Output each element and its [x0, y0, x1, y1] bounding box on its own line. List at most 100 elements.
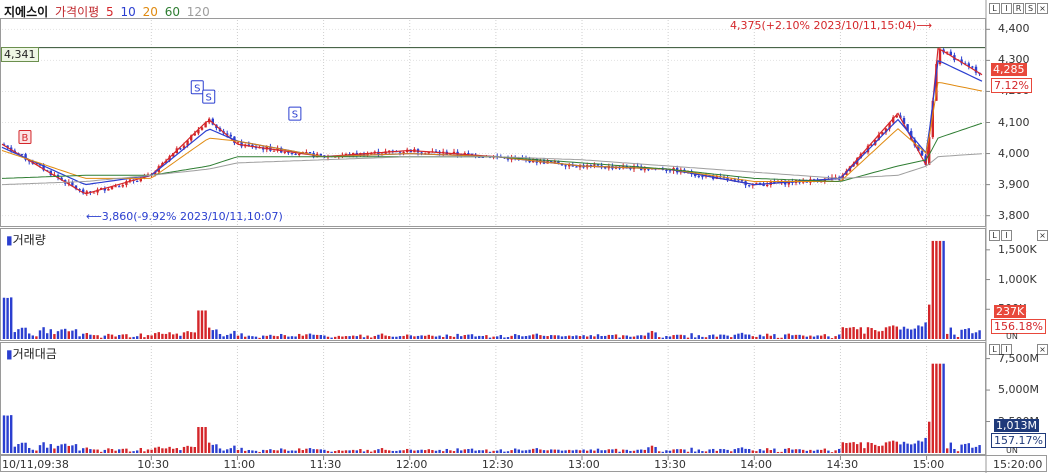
amount-bar	[820, 449, 823, 453]
amount-marker-icon: ▮	[6, 347, 13, 361]
amount-bar	[704, 451, 708, 453]
amount-bar	[244, 450, 247, 453]
volume-bar	[330, 337, 333, 339]
volume-bar	[89, 334, 92, 339]
volume-bar	[218, 333, 222, 339]
amount-bar	[838, 448, 841, 453]
amount-bar	[24, 442, 27, 453]
amount-bar	[463, 449, 466, 453]
volume-bar	[661, 337, 664, 339]
amount-bar	[910, 444, 913, 453]
amount-bar	[370, 451, 373, 453]
volume-bar	[737, 333, 740, 339]
amount-bar	[366, 449, 369, 453]
amount-bar	[125, 448, 128, 453]
amount-bar	[629, 450, 632, 453]
volume-bar	[85, 332, 88, 339]
amount-bar	[272, 450, 276, 453]
volume-bar	[640, 335, 643, 339]
price-panel-lock-button[interactable]: L	[989, 3, 1000, 14]
volume-bar	[524, 336, 528, 339]
volume-bar	[874, 330, 877, 339]
amount-unit-label: UN	[1006, 446, 1018, 455]
candle-body	[766, 184, 769, 187]
volume-panel-indicator-button[interactable]: I	[1001, 230, 1012, 241]
amount-bar	[445, 448, 448, 453]
amount-bar	[942, 363, 945, 453]
volume-bar	[118, 334, 121, 339]
time-axis-label: 10:30	[137, 458, 169, 471]
amount-bar	[283, 449, 286, 453]
price-panel-close-button[interactable]: ×	[1037, 3, 1048, 14]
volume-bar	[71, 330, 74, 339]
price-panel-indicator-button[interactable]: I	[1001, 3, 1012, 14]
amount-bar	[121, 448, 124, 453]
price-panel-settings-button[interactable]: S	[1025, 3, 1036, 14]
amount-bar	[395, 450, 398, 453]
amount-bar	[438, 449, 441, 453]
price-tick-label: 4,400	[998, 22, 1030, 36]
volume-bar	[643, 335, 646, 339]
amount-bar	[870, 443, 873, 453]
amount-bar	[766, 448, 769, 453]
volume-bar	[791, 335, 794, 339]
volume-bar	[607, 334, 610, 339]
amount-bar	[895, 441, 898, 453]
amount-title[interactable]: 거래대금	[13, 347, 57, 361]
volume-bar	[157, 332, 160, 339]
amount-bar	[791, 449, 794, 453]
sell-signal-label: S	[206, 93, 212, 104]
volume-bar	[650, 330, 654, 339]
price-tick-label: 4,100	[998, 115, 1030, 129]
price-panel-reset-button[interactable]: R	[1013, 3, 1024, 14]
time-axis-label: 12:00	[395, 458, 428, 471]
volume-bar	[910, 329, 913, 339]
volume-bar	[244, 336, 247, 339]
amount-panel-frame	[0, 342, 986, 455]
amount-bar	[517, 449, 520, 453]
candle-body	[755, 182, 758, 184]
volume-bar	[38, 330, 42, 339]
volume-bar	[719, 334, 722, 339]
amount-bar	[650, 445, 654, 453]
amount-bar	[550, 449, 553, 453]
time-axis-label: 11:30	[309, 458, 342, 471]
amount-bar	[406, 448, 409, 453]
volume-bar	[46, 333, 49, 339]
amount-bar	[251, 450, 254, 453]
volume-panel-close-button[interactable]: ×	[1037, 230, 1048, 241]
volume-bar	[64, 328, 67, 339]
amount-bar	[528, 449, 531, 453]
volume-bar	[186, 331, 189, 339]
amount-bar	[319, 449, 322, 453]
volume-bar	[751, 336, 754, 339]
volume-bar	[895, 326, 898, 339]
volume-bar	[226, 334, 229, 339]
amount-current-tag: 1,013M	[994, 419, 1039, 432]
amount-bar	[377, 449, 380, 453]
volume-bar	[391, 336, 394, 339]
volume-bar	[42, 327, 45, 339]
amount-bar	[276, 450, 279, 453]
volume-panel-lock-button[interactable]: L	[989, 230, 1000, 241]
amount-bar	[132, 451, 135, 453]
candle-body	[697, 176, 700, 178]
volume-bar	[560, 336, 564, 339]
volume-bar	[474, 336, 477, 339]
candle-body	[121, 185, 124, 187]
amount-bar	[974, 446, 978, 453]
amount-bar	[492, 450, 495, 453]
amount-bar	[776, 451, 780, 453]
volume-bar	[575, 335, 578, 339]
price-chart[interactable]: SSSB	[0, 0, 1048, 473]
volume-title[interactable]: 거래량	[13, 233, 46, 247]
amount-bar	[362, 451, 366, 453]
volume-bar	[409, 335, 412, 339]
volume-bar	[60, 329, 63, 339]
volume-bar	[668, 336, 672, 339]
volume-bar	[924, 322, 927, 339]
volume-bar	[820, 335, 823, 339]
amount-bar	[413, 450, 416, 453]
volume-tick-label: 1,000K	[998, 272, 1037, 286]
amount-bar	[344, 450, 348, 453]
